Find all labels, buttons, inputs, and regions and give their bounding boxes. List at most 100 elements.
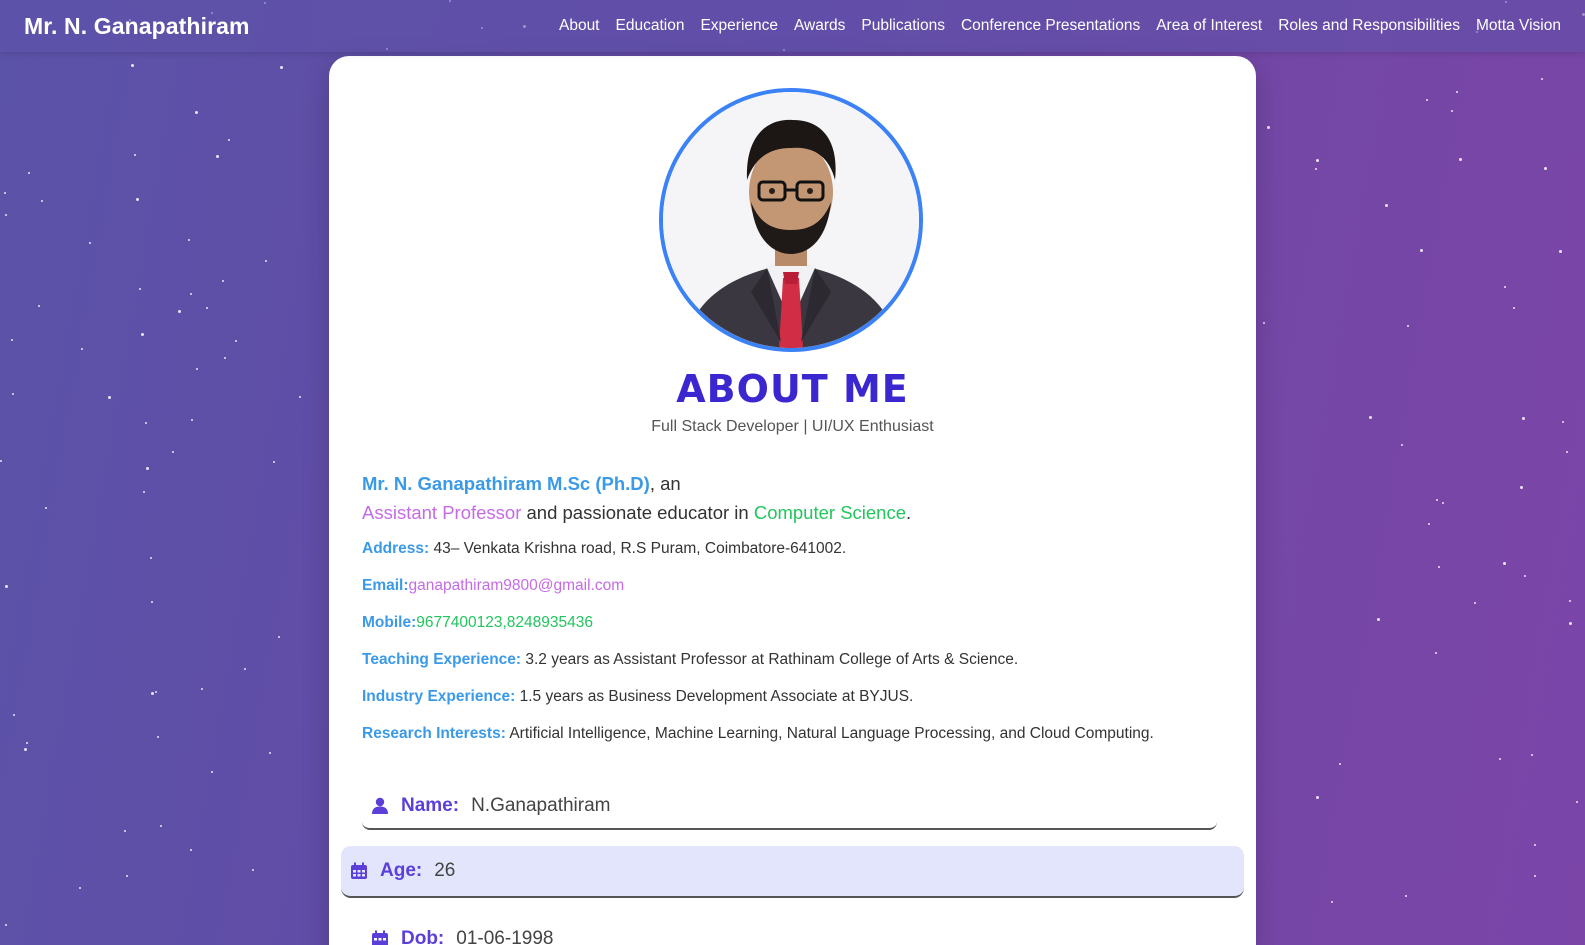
age-label: Age: [380,860,423,881]
star-dot [157,736,159,738]
star-dot [1436,499,1438,501]
nav-link-about[interactable]: About [551,17,608,35]
address-value: 43– Venkata Krishna road, R.S Puram, Coi… [429,540,847,557]
research-interests-line: Research Interests: Artificial Intellige… [362,725,1154,743]
name-field[interactable]: Name: N.Ganapathiram [362,784,1217,830]
star-dot [1576,801,1578,803]
dob-field[interactable]: Dob: 01-06-1998 [362,916,1217,945]
star-dot [1438,566,1440,568]
star-dot [146,467,149,470]
star-dot [211,771,213,773]
star-dot [79,887,81,889]
calendar-icon [350,862,368,880]
nav-link-motta-vision[interactable]: Motta Vision [1468,17,1561,35]
brand-name[interactable]: Mr. N. Ganapathiram [24,13,250,40]
nav-link-publications[interactable]: Publications [853,17,953,35]
star-dot [1569,600,1571,602]
star-dot [280,66,283,69]
star-dot [11,339,13,341]
star-dot [299,396,301,398]
nav-link-conference-presentations[interactable]: Conference Presentations [953,17,1148,35]
star-dot [196,368,198,370]
star-dot [45,507,47,509]
industry-value: 1.5 years as Business Development Associ… [515,688,914,705]
star-dot [1369,416,1372,419]
email-line: Email:ganapathiram9800@gmail.com [362,577,624,595]
star-dot [1428,523,1430,525]
age-field[interactable]: Age: 26 [341,846,1244,898]
nav-link-roles-and-responsibilities[interactable]: Roles and Responsibilities [1270,17,1468,35]
star-dot [108,396,111,399]
star-dot [5,585,8,588]
star-dot [1499,758,1501,760]
star-dot [1524,575,1526,577]
star-dot [134,154,136,156]
star-dot [1513,307,1515,309]
star-dot [1316,159,1319,162]
star-dot [1562,421,1564,423]
star-dot [1569,622,1572,625]
star-dot [1331,901,1333,903]
star-dot [206,307,208,309]
nav-link-experience[interactable]: Experience [692,17,786,35]
intro-mid: and passionate educator in [521,502,754,523]
star-dot [195,111,198,114]
mobile-link[interactable]: 9677400123,8248935436 [416,614,593,631]
star-dot [1451,110,1453,112]
star-dot [1339,763,1341,765]
navbar: Mr. N. Ganapathiram About Education Expe… [0,0,1585,52]
address-label: Address: [362,540,430,557]
star-dot [191,419,193,421]
star-dot [244,668,246,670]
intro-role: Assistant Professor [362,502,522,523]
star-dot [1316,796,1319,799]
nav-link-awards[interactable]: Awards [786,17,853,35]
star-dot [5,214,7,216]
star-dot [160,825,162,827]
teaching-value: 3.2 years as Assistant Professor at Rath… [521,651,1019,668]
nav-link-area-of-interest[interactable]: Area of Interest [1148,17,1270,35]
teaching-label: Teaching Experience: [362,651,522,668]
teaching-experience-line: Teaching Experience: 3.2 years as Assist… [362,651,1018,669]
mobile-label: Mobile: [362,614,417,631]
star-dot [1522,417,1525,420]
star-dot [216,155,219,158]
email-link[interactable]: ganapathiram9800@gmail.com [409,577,625,594]
star-dot [126,875,128,877]
star-dot [1267,126,1270,129]
about-card: ABOUT ME Full Stack Developer | UI/UX En… [329,56,1256,945]
dob-value: 01-06-1998 [456,928,554,945]
star-dot [5,924,7,926]
nav-link-education[interactable]: Education [608,17,693,35]
star-dot [1544,167,1547,170]
industry-label: Industry Experience: [362,688,516,705]
star-dot [26,742,28,744]
age-value: 26 [434,860,456,881]
star-dot [1566,451,1568,453]
star-dot [278,636,280,638]
intro-paragraph: Mr. N. Ganapathiram M.Sc (Ph.D), an Assi… [362,469,1222,527]
star-dot [1531,754,1533,756]
star-dot [1426,99,1428,101]
intro-after-name: , an [649,473,681,494]
profile-photo [659,88,923,352]
star-dot [1534,844,1536,846]
star-dot [1541,78,1543,80]
calendar-icon [371,930,389,945]
star-dot [139,288,141,290]
star-dot [1459,158,1462,161]
star-dot [188,239,190,241]
tagline: Full Stack Developer | UI/UX Enthusiast [651,418,934,435]
star-dot [4,192,6,194]
star-dot [172,451,174,453]
star-dot [124,830,126,832]
star-dot [1315,168,1317,170]
name-label: Name: [401,795,460,816]
mobile-line: Mobile:9677400123,8248935436 [362,614,593,632]
star-dot [1420,249,1423,252]
intro-name: Mr. N. Ganapathiram M.Sc (Ph.D) [362,473,650,494]
star-dot [1405,895,1407,897]
star-dot [1401,444,1403,446]
star-dot [1559,250,1562,253]
research-value: Artificial Intelligence, Machine Learnin… [505,725,1154,742]
